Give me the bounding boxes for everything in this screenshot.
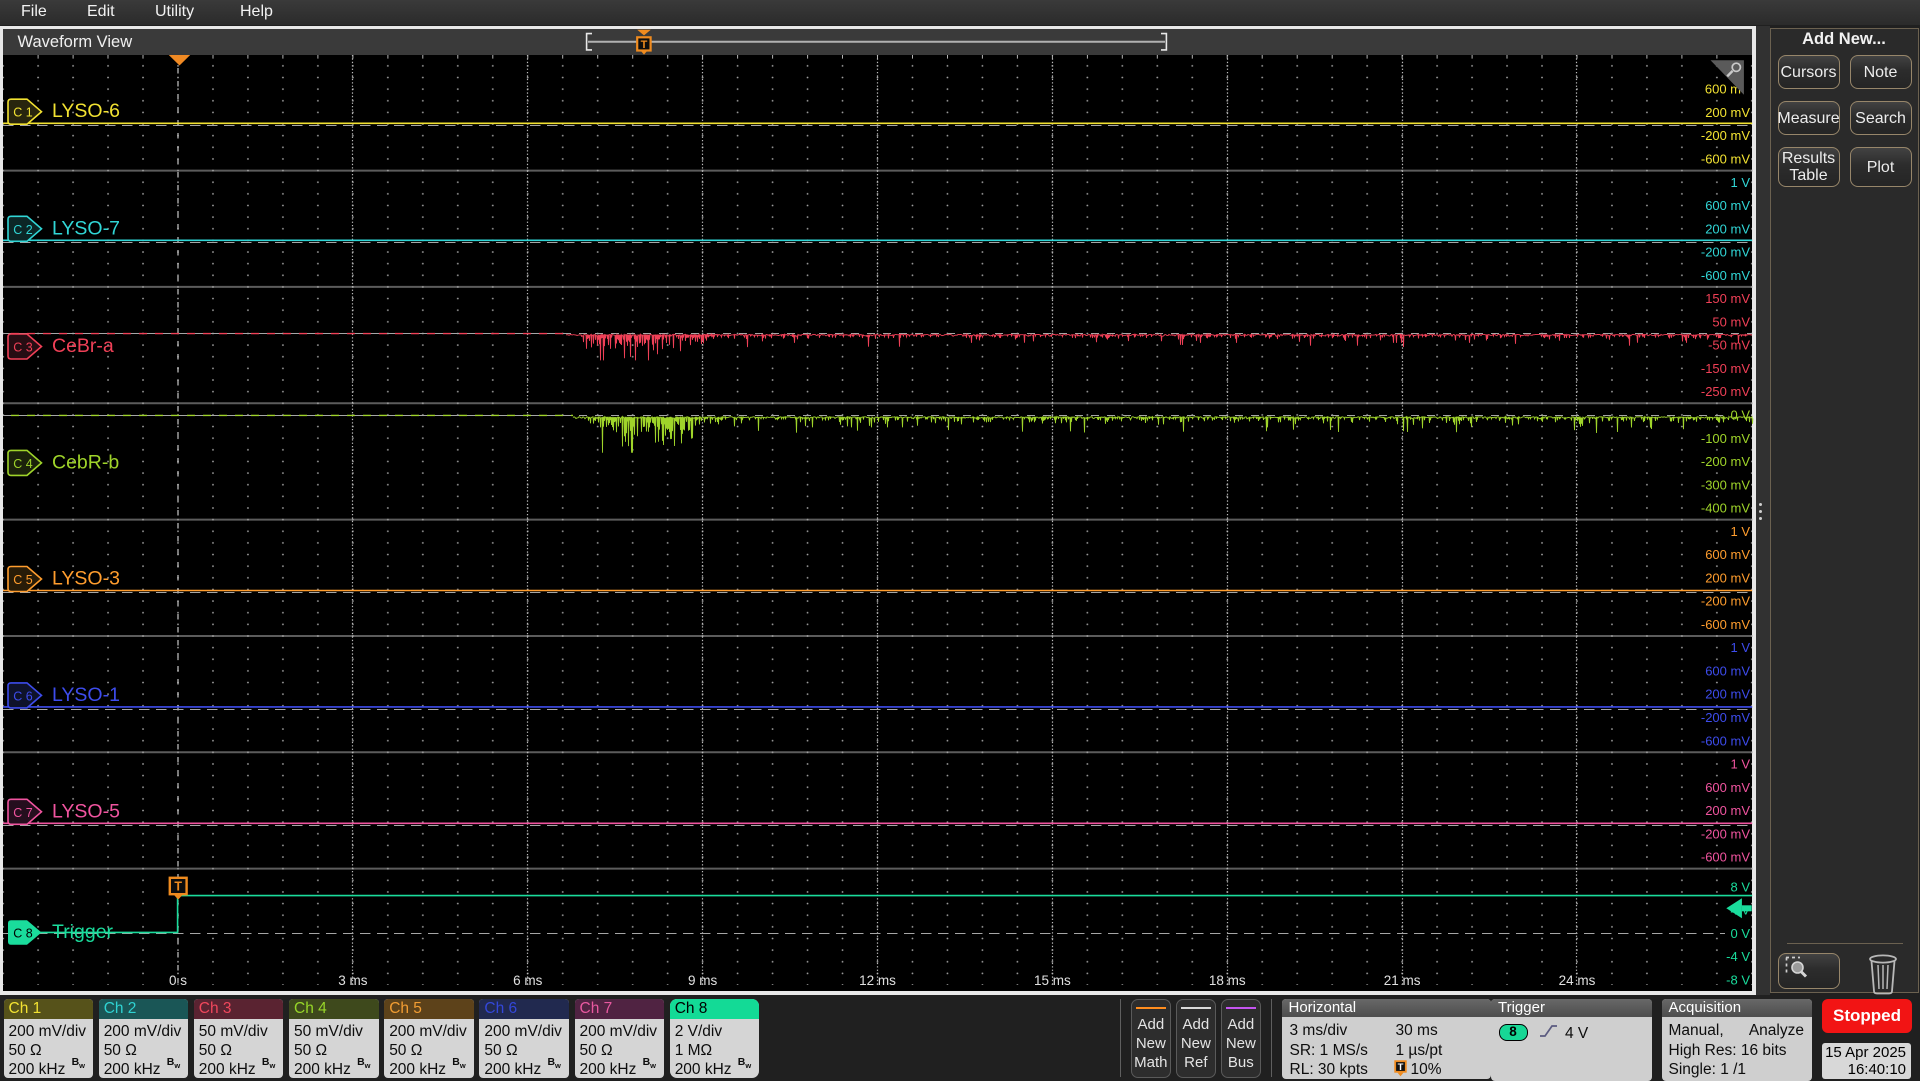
- svg-text:-200 mV: -200 mV: [1701, 594, 1750, 609]
- svg-text:600 mV: 600 mV: [1705, 198, 1750, 213]
- svg-text:-600 mV: -600 mV: [1701, 733, 1750, 748]
- svg-text:0 V: 0 V: [1730, 408, 1750, 423]
- svg-text:-200 mV: -200 mV: [1701, 128, 1750, 143]
- svg-text:T: T: [174, 880, 182, 894]
- svg-text:12 ms: 12 ms: [859, 973, 896, 988]
- svg-text:1 V: 1 V: [1730, 640, 1750, 655]
- svg-text:-600 mV: -600 mV: [1701, 850, 1750, 865]
- svg-text:C 4: C 4: [13, 457, 33, 471]
- svg-text:6 ms: 6 ms: [513, 973, 543, 988]
- svg-text:3 ms: 3 ms: [338, 973, 368, 988]
- svg-text:T: T: [641, 39, 648, 51]
- svg-text:CebR-b: CebR-b: [52, 451, 119, 473]
- svg-text:24 ms: 24 ms: [1559, 973, 1596, 988]
- svg-text:18 ms: 18 ms: [1209, 973, 1246, 988]
- svg-text:1 V: 1 V: [1730, 524, 1750, 539]
- svg-text:200 mV: 200 mV: [1705, 687, 1750, 702]
- svg-text:21 ms: 21 ms: [1384, 973, 1421, 988]
- svg-text:600 mV: 600 mV: [1705, 547, 1750, 562]
- svg-text:-300 mV: -300 mV: [1701, 477, 1750, 492]
- svg-text:0 V: 0 V: [1730, 926, 1750, 941]
- svg-text:C 3: C 3: [13, 341, 33, 355]
- svg-text:LYSO-3: LYSO-3: [52, 568, 120, 590]
- svg-text:LYSO-6: LYSO-6: [52, 100, 120, 122]
- svg-text:C 8: C 8: [13, 927, 33, 941]
- svg-text:CeBr-a: CeBr-a: [52, 335, 114, 357]
- svg-text:200 mV: 200 mV: [1705, 803, 1750, 818]
- svg-text:0 s: 0 s: [169, 973, 187, 988]
- svg-text:LYSO-1: LYSO-1: [52, 684, 120, 706]
- svg-text:C 5: C 5: [13, 573, 33, 587]
- svg-text:-4 V: -4 V: [1726, 949, 1750, 964]
- svg-text:-200 mV: -200 mV: [1701, 710, 1750, 725]
- svg-text:-50 mV: -50 mV: [1708, 338, 1750, 353]
- svg-text:9 ms: 9 ms: [688, 973, 718, 988]
- svg-text:-600 mV: -600 mV: [1701, 617, 1750, 632]
- svg-text:C 6: C 6: [13, 689, 33, 703]
- svg-text:-250 mV: -250 mV: [1701, 384, 1750, 399]
- svg-text:-8 V: -8 V: [1726, 973, 1750, 988]
- svg-text:-600 mV: -600 mV: [1701, 152, 1750, 167]
- svg-text:50 mV: 50 mV: [1712, 314, 1750, 329]
- svg-text:-400 mV: -400 mV: [1701, 501, 1750, 516]
- svg-text:600 mV: 600 mV: [1705, 664, 1750, 679]
- svg-text:-100 mV: -100 mV: [1701, 431, 1750, 446]
- svg-text:-600 mV: -600 mV: [1701, 268, 1750, 283]
- svg-text:Trigger: Trigger: [52, 921, 114, 943]
- svg-text:C 7: C 7: [13, 806, 33, 820]
- svg-text:1 V: 1 V: [1730, 757, 1750, 772]
- svg-text:C 1: C 1: [13, 106, 33, 120]
- svg-text:600 mV: 600 mV: [1705, 780, 1750, 795]
- svg-text:LYSO-7: LYSO-7: [52, 217, 120, 239]
- svg-text:15 ms: 15 ms: [1034, 973, 1071, 988]
- svg-text:-150 mV: -150 mV: [1701, 361, 1750, 376]
- svg-text:-200 mV: -200 mV: [1701, 245, 1750, 260]
- svg-text:200 mV: 200 mV: [1705, 105, 1750, 120]
- svg-text:-200 mV: -200 mV: [1701, 826, 1750, 841]
- svg-text:C 2: C 2: [13, 223, 33, 237]
- svg-text:200 mV: 200 mV: [1705, 570, 1750, 585]
- svg-text:LYSO-5: LYSO-5: [52, 800, 120, 822]
- svg-text:150 mV: 150 mV: [1705, 291, 1750, 306]
- svg-text:1 V: 1 V: [1730, 175, 1750, 190]
- svg-text:-200 mV: -200 mV: [1701, 454, 1750, 469]
- svg-text:8 V: 8 V: [1730, 879, 1750, 894]
- svg-text:200 mV: 200 mV: [1705, 221, 1750, 236]
